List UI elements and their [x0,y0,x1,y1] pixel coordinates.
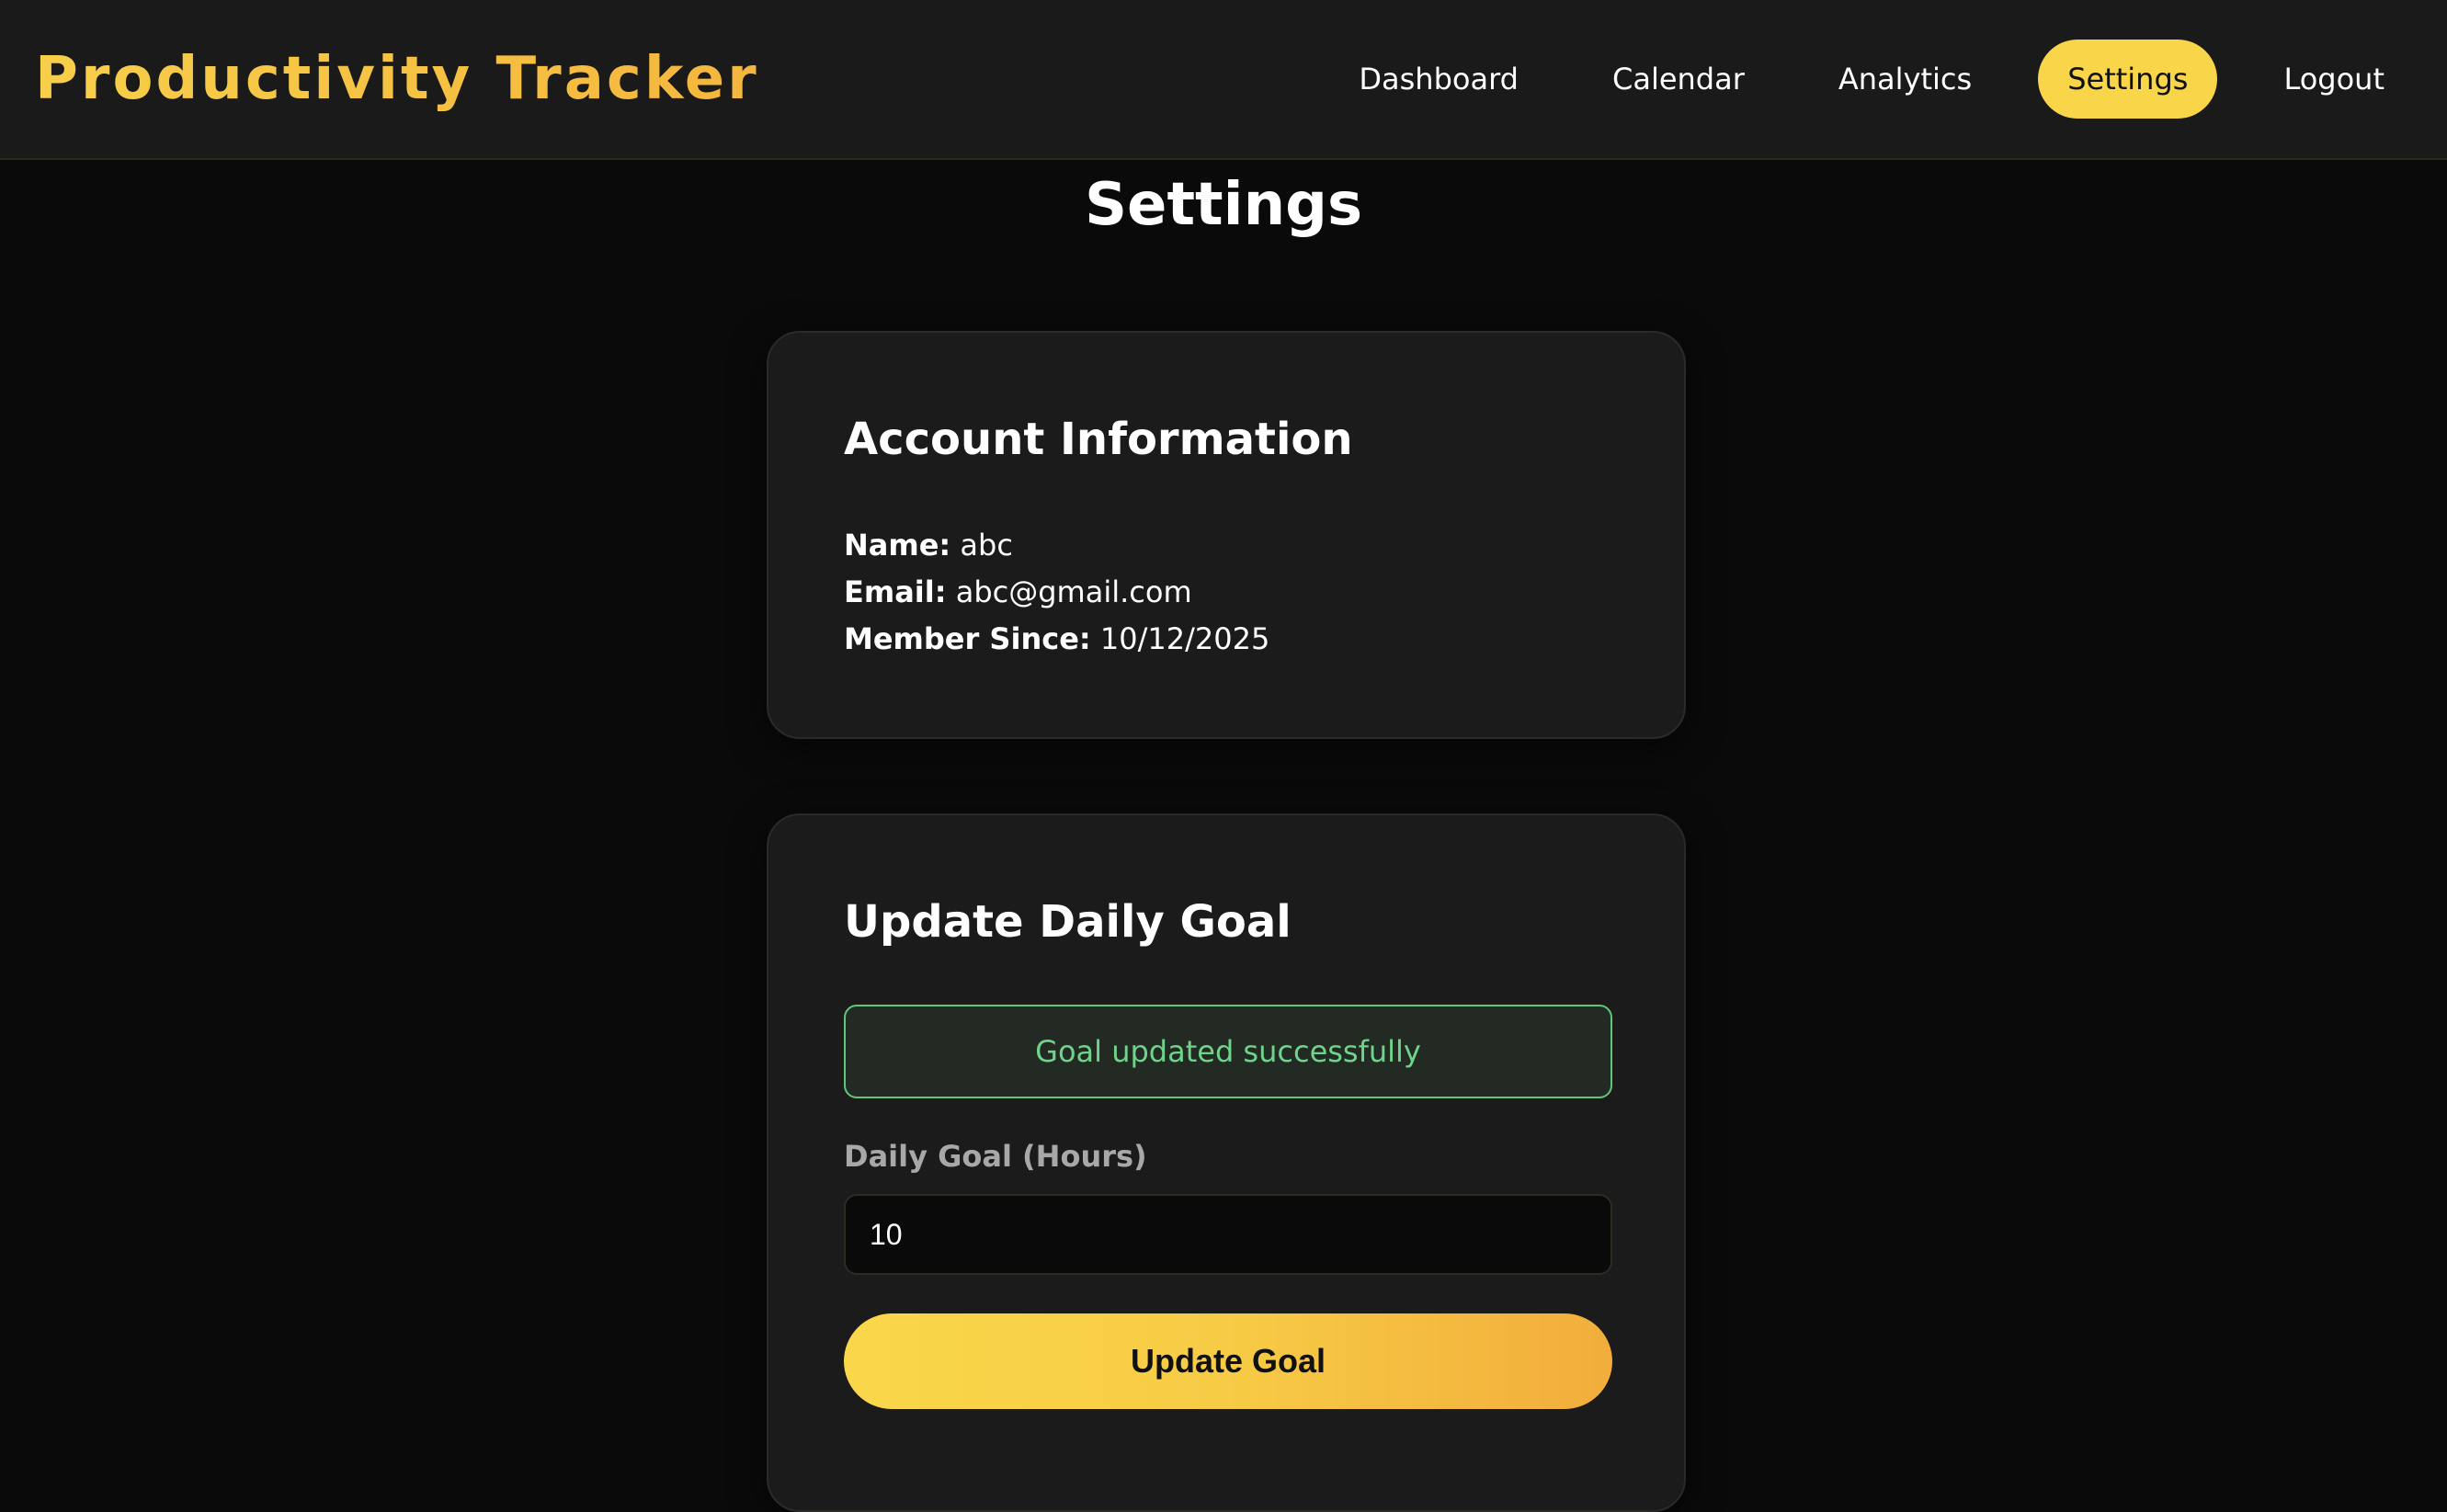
success-alert: Goal updated successfully [844,1005,1612,1098]
account-info-title: Account Information [844,414,1353,465]
page-title: Settings [1084,171,1363,239]
daily-goal-card: Update Daily Goal Goal updated successfu… [767,813,1686,1512]
nav-links: Dashboard Calendar Analytics Settings Lo… [1292,40,2412,119]
nav-item-analytics[interactable]: Analytics [1811,40,1999,119]
account-email-row: Email: abc@gmail.com [844,569,1609,616]
daily-goal-input[interactable] [844,1194,1612,1275]
nav-item-logout[interactable]: Logout [2256,40,2412,119]
update-goal-button[interactable]: Update Goal [844,1313,1612,1409]
daily-goal-label: Daily Goal (Hours) [844,1139,1147,1174]
nav-item-settings[interactable]: Settings [2038,40,2218,119]
account-info-list: Name: abc Email: abc@gmail.com Member Si… [844,522,1609,663]
nav-item-calendar[interactable]: Calendar [1585,40,1772,119]
email-value: abc@gmail.com [955,574,1192,609]
nav-item-dashboard[interactable]: Dashboard [1331,40,1546,119]
account-info-card: Account Information Name: abc Email: abc… [767,331,1686,739]
member-since-label: Member Since: [844,621,1091,656]
name-value: abc [960,528,1013,563]
top-navbar: Productivity Tracker Dashboard Calendar … [0,0,2447,160]
account-name-row: Name: abc [844,522,1609,569]
member-since-value: 10/12/2025 [1099,621,1270,656]
account-member-since-row: Member Since: 10/12/2025 [844,616,1609,663]
email-label: Email: [844,574,947,609]
name-label: Name: [844,528,951,563]
brand-logo-text[interactable]: Productivity Tracker [35,45,759,113]
daily-goal-title: Update Daily Goal [844,896,1292,948]
